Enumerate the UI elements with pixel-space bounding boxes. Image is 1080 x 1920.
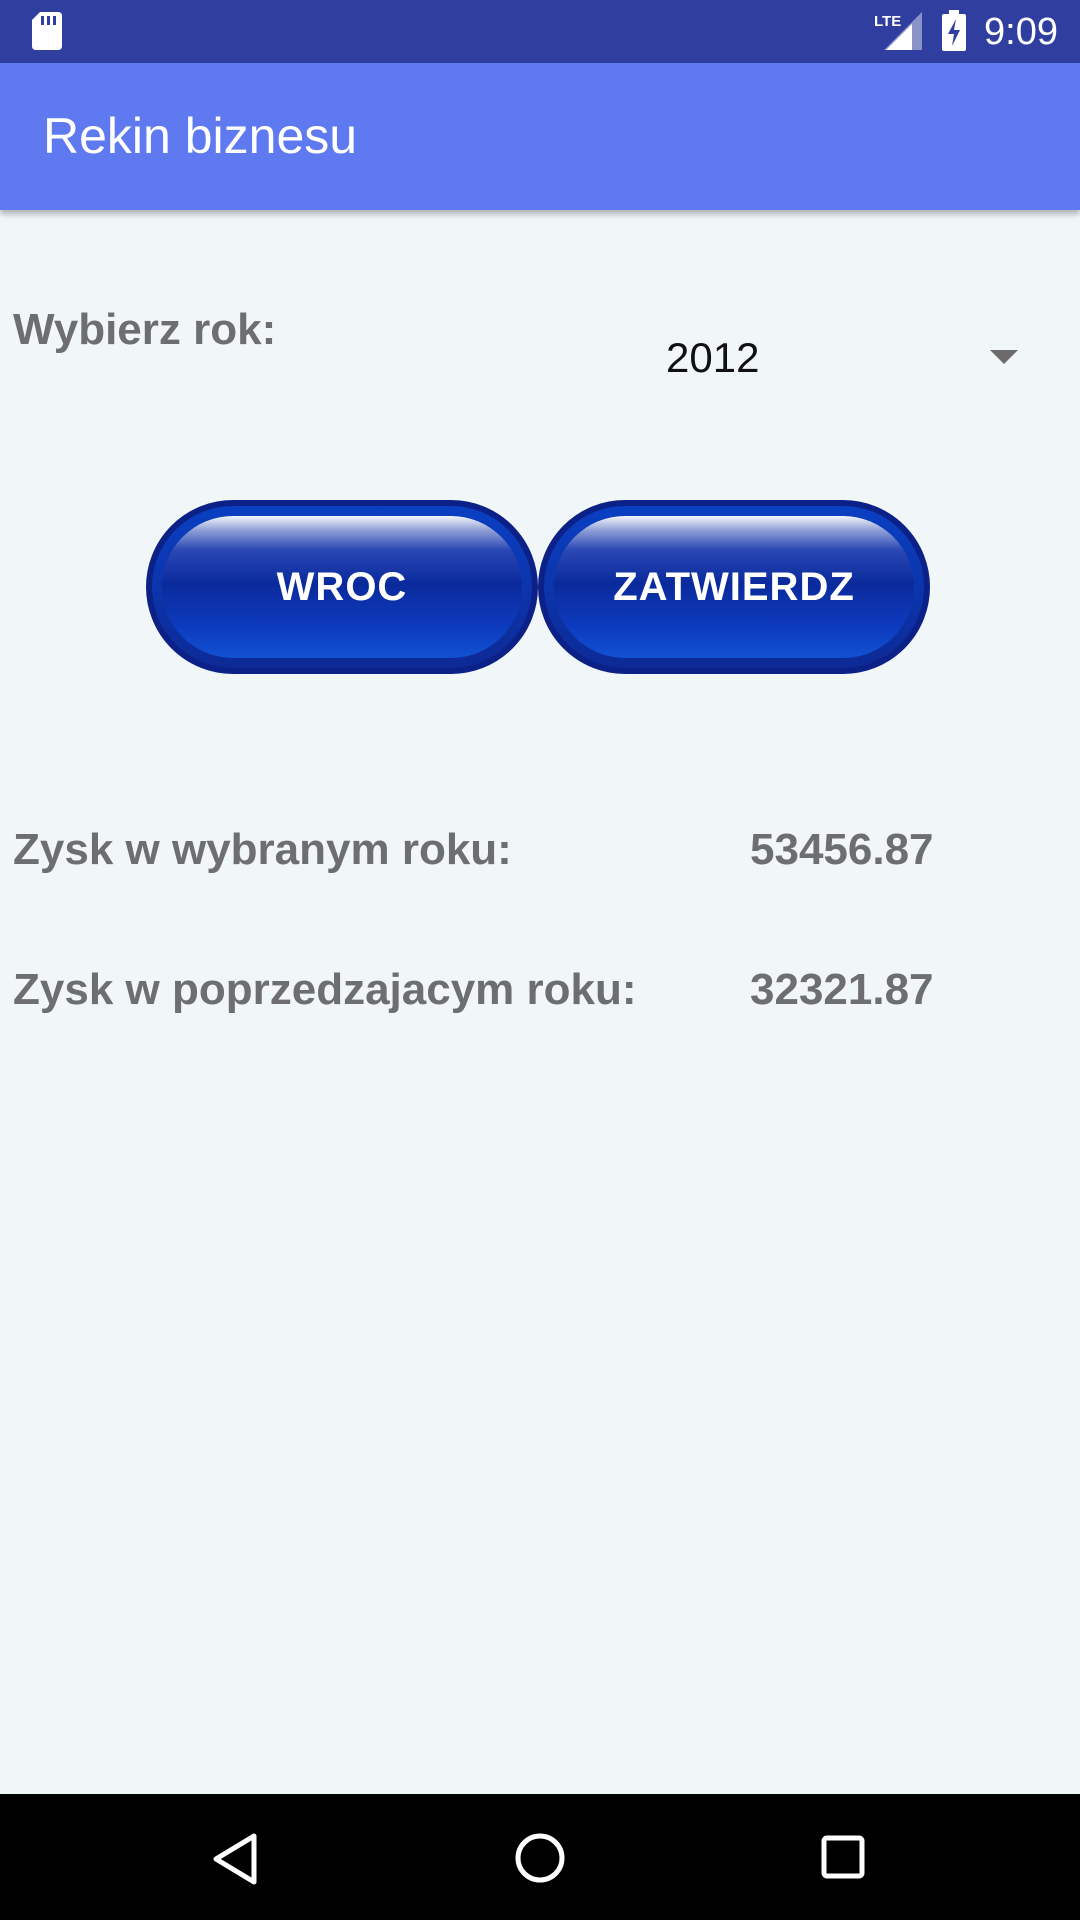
- previous-year-profit-value: 32321.87: [750, 965, 934, 1014]
- lte-label: LTE: [874, 13, 901, 30]
- confirm-button[interactable]: ZATWIERDZ: [538, 500, 930, 674]
- sd-card-icon: [32, 12, 62, 50]
- navigation-bar: [0, 1794, 1080, 1920]
- home-circle-icon[interactable]: [514, 1832, 566, 1884]
- back-button[interactable]: WROC: [146, 500, 538, 674]
- back-button-label: WROC: [276, 564, 408, 609]
- status-clock: 9:09: [984, 11, 1058, 53]
- recents-square-icon[interactable]: [820, 1834, 866, 1880]
- year-dropdown-value: 2012: [666, 334, 760, 381]
- year-select-label: Wybierz rok:: [13, 305, 277, 354]
- confirm-button-label: ZATWIERDZ: [613, 564, 855, 609]
- previous-year-profit-label: Zysk w poprzedzajacym roku:: [13, 965, 637, 1014]
- selected-year-profit-label: Zysk w wybranym roku:: [13, 825, 512, 874]
- app-bar: Rekin biznesu: [0, 63, 1080, 210]
- status-bar: LTE 9:09: [0, 0, 1080, 63]
- lte-signal-icon: LTE: [874, 12, 922, 50]
- year-dropdown[interactable]: 2012: [620, 320, 1040, 394]
- battery-charging-icon: [942, 10, 966, 51]
- selected-year-profit-value: 53456.87: [750, 825, 934, 874]
- back-triangle-icon[interactable]: [210, 1832, 260, 1886]
- dropdown-arrow-icon: [990, 350, 1018, 364]
- app-title: Rekin biznesu: [43, 108, 358, 164]
